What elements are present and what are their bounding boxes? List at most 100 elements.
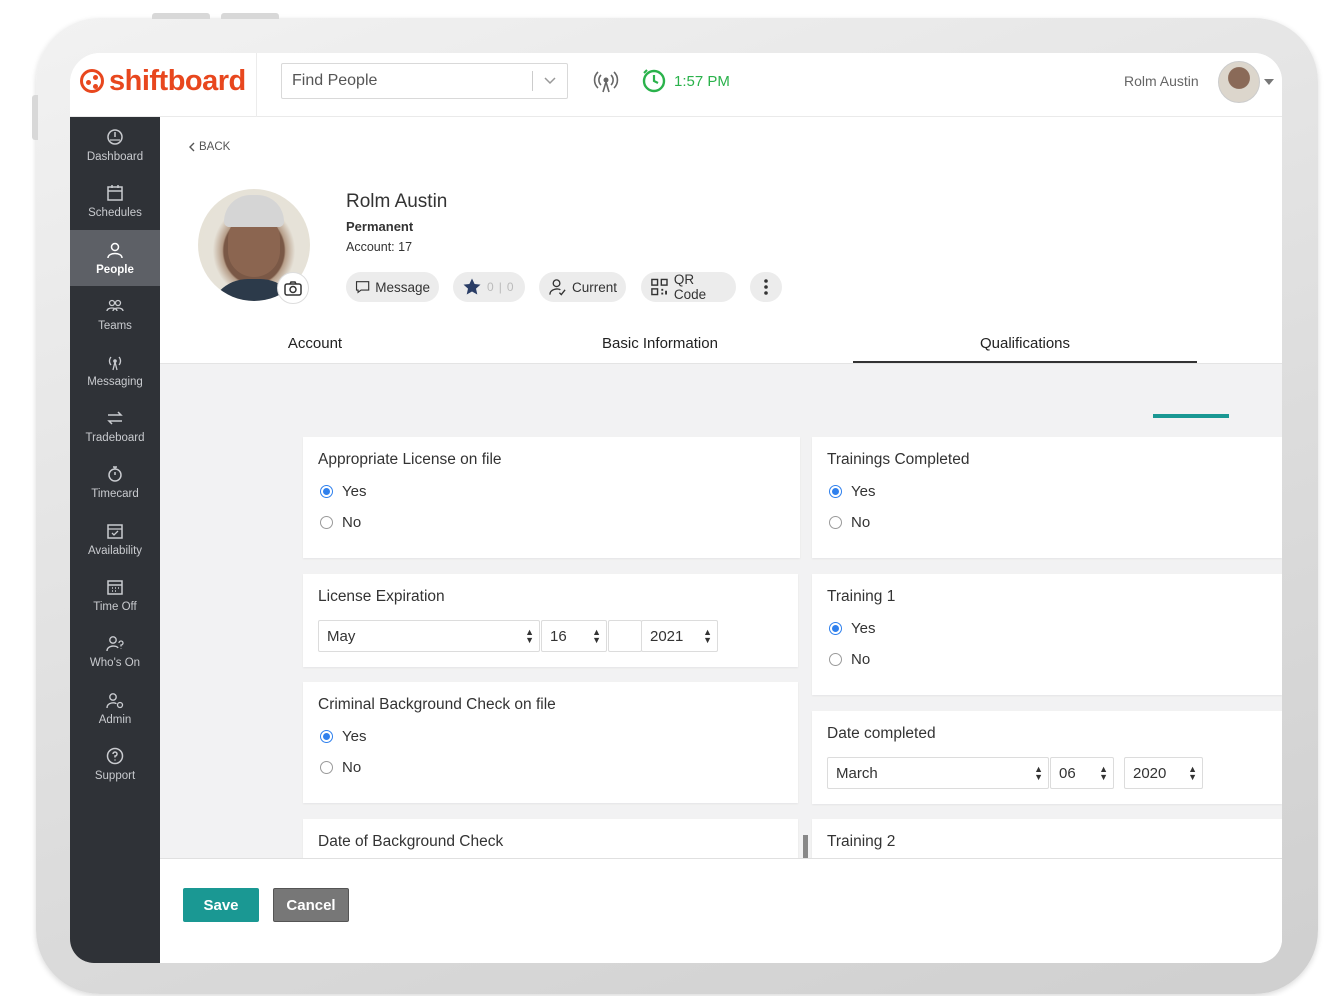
radio-unselected-icon [829, 653, 842, 666]
qr-code-label: QR Code [673, 272, 707, 302]
sidebar-item-messaging[interactable]: Messaging [70, 342, 160, 398]
broadcast-icon [105, 352, 125, 372]
caret-down-icon[interactable] [1264, 79, 1274, 85]
radio-background-no[interactable]: No [320, 759, 361, 776]
radio-unselected-icon [320, 761, 333, 774]
swap-arrows-icon [105, 408, 125, 428]
sidebar-item-dashboard[interactable]: Dashboard [70, 117, 160, 173]
radio-trainings-no[interactable]: No [829, 514, 870, 531]
teams-icon [105, 296, 125, 316]
logo-text: shiftboard [109, 64, 246, 97]
broadcast-icon[interactable] [593, 69, 619, 95]
sidebar-item-label: Support [94, 770, 136, 782]
avatar[interactable] [1218, 61, 1260, 103]
find-people-placeholder: Find People [292, 72, 378, 89]
star-separator: | [498, 280, 502, 294]
back-link[interactable]: BACK [188, 141, 230, 153]
sidebar-item-label: Who's On [89, 657, 141, 669]
radio-unselected-icon [320, 516, 333, 529]
current-status-button[interactable]: Current [539, 272, 626, 302]
radio-selected-icon [320, 730, 333, 743]
field-label: Trainings Completed [827, 451, 970, 468]
person-gear-icon [105, 690, 125, 710]
header-divider [256, 53, 257, 117]
license-day-select[interactable]: 16 ▲ ▼ [541, 620, 607, 652]
radio-label: No [342, 514, 362, 531]
sidebar-item-label: Schedules [88, 207, 142, 219]
completed-year-select[interactable]: 2020 ▲ ▼ [1124, 757, 1203, 789]
radio-trainings-yes[interactable]: Yes [829, 483, 875, 500]
field-label: Training 2 [827, 833, 896, 850]
sidebar-item-label: Availability [87, 545, 143, 557]
field-label: Date of Background Check [318, 833, 504, 850]
radio-license-yes[interactable]: Yes [320, 483, 366, 500]
dashboard-icon [105, 127, 125, 147]
radio-training1-no[interactable]: No [829, 651, 870, 668]
tablet-side-button [32, 95, 38, 140]
radio-label: No [342, 759, 362, 776]
field-label: Date completed [827, 725, 936, 742]
sidebar-item-people[interactable]: People [70, 230, 160, 286]
find-people-select[interactable]: Find People [281, 63, 568, 99]
save-button[interactable]: Save [183, 888, 259, 922]
star-rating-button[interactable]: 0 | 0 [453, 272, 525, 302]
clock-time: 1:57 PM [674, 72, 730, 90]
card-background-date: Date of Background Check [303, 819, 798, 858]
help-icon [105, 746, 125, 766]
field-label: Appropriate License on file [318, 451, 502, 468]
select-value: May [327, 627, 356, 645]
license-spacer-field [608, 620, 642, 652]
person-question-icon [105, 633, 125, 653]
header-user-name[interactable]: Rolm Austin [1124, 73, 1199, 89]
camera-icon[interactable] [277, 272, 309, 304]
radio-selected-icon [320, 485, 333, 498]
person-icon [105, 240, 125, 260]
sidebar-item-label: People [96, 264, 134, 276]
radio-label: Yes [342, 483, 367, 500]
license-year-select[interactable]: 2021 ▲ ▼ [641, 620, 718, 652]
field-label: Training 1 [827, 588, 896, 605]
radio-training1-yes[interactable]: Yes [829, 620, 875, 637]
sidebar-item-availability[interactable]: Availability [70, 511, 160, 567]
sidebar-item-whos-on[interactable]: Who's On [70, 623, 160, 679]
sidebar-item-teams[interactable]: Teams [70, 286, 160, 342]
message-button[interactable]: Message [346, 272, 439, 302]
clock-status[interactable]: 1:57 PM [642, 69, 730, 93]
completed-day-select[interactable]: 06 ▲ ▼ [1050, 757, 1114, 789]
sidebar-item-tradeboard[interactable]: Tradeboard [70, 398, 160, 454]
sidebar-item-label: Timecard [91, 488, 139, 500]
more-options-button[interactable] [750, 272, 782, 302]
sidebar-item-label: Messaging [87, 376, 143, 388]
profile-type: Permanent [346, 219, 414, 234]
sidebar-item-admin[interactable]: Admin [70, 680, 160, 736]
tab-basic-information[interactable]: Basic Information [570, 335, 750, 365]
radio-label: Yes [342, 728, 367, 745]
sidebar-item-label: Time Off [93, 601, 137, 613]
radio-background-yes[interactable]: Yes [320, 728, 366, 745]
radio-selected-icon [829, 622, 842, 635]
tab-account[interactable]: Account [235, 335, 395, 365]
teal-accent-bar [1153, 414, 1229, 418]
shiftboard-logo[interactable]: shiftboard [80, 65, 246, 97]
sidebar-item-timecard[interactable]: Timecard [70, 454, 160, 510]
sidebar-item-label: Teams [98, 320, 132, 332]
cancel-button[interactable]: Cancel [273, 888, 349, 922]
sort-arrows-icon: ▲ ▼ [703, 627, 712, 645]
sort-arrows-icon: ▲ ▼ [1034, 764, 1043, 782]
sidebar-item-support[interactable]: Support [70, 736, 160, 792]
completed-month-select[interactable]: March ▲ ▼ [827, 757, 1049, 789]
qualifications-form: Appropriate License on file Yes No Licen… [160, 364, 1282, 858]
chevron-down-icon[interactable] [533, 72, 567, 90]
license-month-select[interactable]: May ▲ ▼ [318, 620, 540, 652]
radio-license-no[interactable]: No [320, 514, 361, 531]
select-value: 06 [1059, 764, 1076, 782]
sidebar-item-schedules[interactable]: Schedules [70, 173, 160, 229]
card-date-completed: Date completed March ▲ ▼ 06 ▲ ▼ 2020 ▲ ▼ [812, 711, 1282, 804]
tablet-volume-button [152, 13, 210, 19]
scrollbar-thumb[interactable] [803, 835, 808, 859]
qr-code-button[interactable]: QR Code [641, 272, 736, 302]
select-value: 16 [550, 627, 567, 645]
sidebar-item-time-off[interactable]: Time Off [70, 567, 160, 623]
sort-arrows-icon: ▲ ▼ [1188, 764, 1197, 782]
sidebar-item-label: Tradeboard [85, 432, 145, 444]
